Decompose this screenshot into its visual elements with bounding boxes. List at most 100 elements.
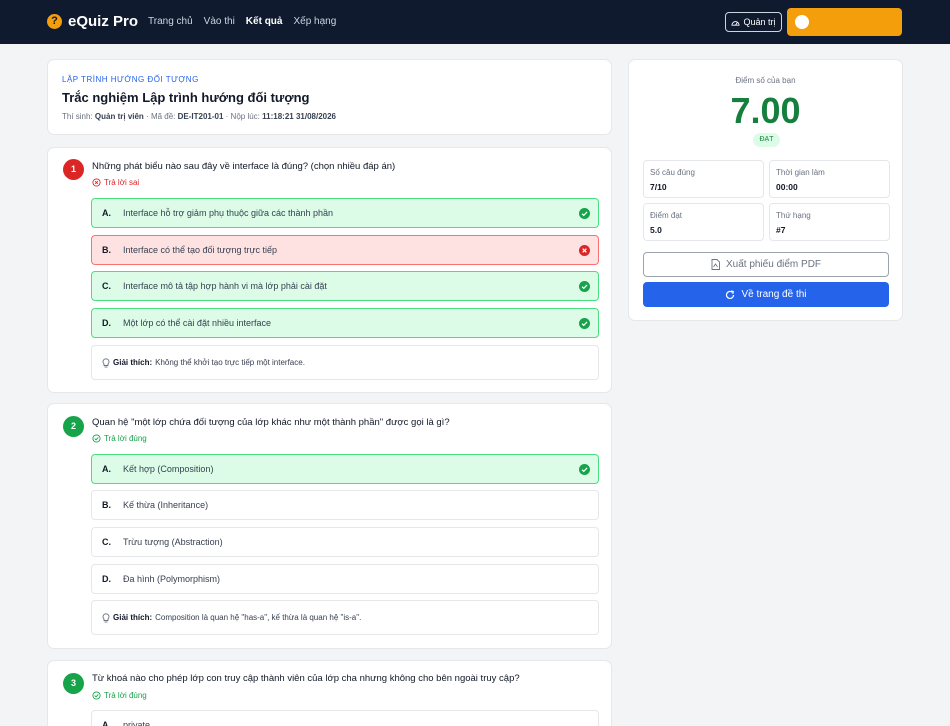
check-circle-icon [579,281,590,292]
answer-status-label: Trả lời đúng [104,691,147,700]
option-letter: B. [102,245,111,255]
option-d[interactable]: D. Đa hình (Polymorphism) [91,564,599,594]
exam-code: DE-IT201-01 [177,112,224,121]
back-to-exam-label: Về trang đề thi [741,289,807,300]
stat-value: 00:00 [776,182,798,192]
option-d[interactable]: D. Một lớp có thể cài đặt nhiều interfac… [91,308,599,338]
question-icon: ? [47,14,62,29]
answer-status: Trả lời đúng [92,434,147,443]
score-value: 7.00 [730,90,801,131]
option-c[interactable]: C. Trừu tượng (Abstraction) [91,527,599,557]
account-button[interactable] [787,8,902,36]
check-circle-icon [92,691,101,700]
back-to-exam-button[interactable]: Về trang đề thi [643,282,889,307]
question-card-3: 3 Từ khoá nào cho phép lớp con truy cập … [47,660,612,726]
nav-link-results[interactable]: Kết quả [246,16,283,27]
explanation-text: Composition là quan hệ "has-a", kế thừa … [155,613,362,622]
check-circle-icon [579,318,590,329]
explanation-label: Giải thích: [113,358,153,367]
question-card-2: 2 Quan hệ "một lớp chứa đối tượng của lớ… [47,403,612,649]
option-a[interactable]: A. Kết hợp (Composition) [91,454,599,484]
option-b[interactable]: B. Kế thừa (Inheritance) [91,490,599,520]
lightbulb-icon [102,612,110,622]
check-circle-icon [579,464,590,475]
question-text: Từ khoá nào cho phép lớp con truy cập th… [92,673,520,684]
option-a[interactable]: A. Interface hỗ trợ giảm phụ thuộc giữa … [91,198,599,228]
option-letter: A. [102,464,111,474]
top-navbar: ? eQuiz Pro Trang chủ Vào thi Kết quả Xế… [0,0,950,44]
option-b[interactable]: B. Interface có thể tạo đối tượng trực t… [91,235,599,265]
stat-value: 5.0 [650,225,662,235]
pass-badge: ĐẠT [753,133,780,147]
option-a[interactable]: A. private [91,710,599,726]
score-label: Điểm số của bạn [735,76,796,85]
option-text: Trừu tượng (Abstraction) [123,537,223,547]
candidate-name: Quản trị viên [94,112,144,121]
stat-label: Số câu đúng [650,168,695,177]
lightbulb-icon [102,357,110,367]
answer-status-label: Trả lời sai [104,178,140,187]
option-text: Kết hợp (Composition) [123,464,214,474]
stat-rank: Thứ hạng #7 [769,203,890,241]
check-circle-icon [579,208,590,219]
option-letter: D. [102,318,111,328]
option-text: Kế thừa (Inheritance) [123,500,209,510]
exam-meta: Thí sinh: Quản trị viên · Mã đề: DE-IT20… [62,112,336,121]
option-letter: C. [102,537,111,547]
nav-link-take-exam[interactable]: Vào thi [204,16,235,27]
stat-label: Thứ hạng [776,211,811,220]
refresh-icon [726,289,735,299]
brand-name: eQuiz Pro [68,13,139,30]
export-pdf-label: Xuất phiếu điểm PDF [725,259,822,270]
user-icon [795,15,809,29]
dashboard-icon [731,20,741,26]
answer-status-label: Trả lời đúng [104,434,147,443]
option-letter: B. [102,500,111,510]
submitted-time: 11:18:21 31/08/2026 [262,112,336,121]
admin-button-label: Quản trị [743,17,776,27]
candidate-label: Thí sinh: [62,112,93,121]
explanation-label: Giải thích: [113,613,153,622]
option-letter: D. [102,574,111,584]
option-text: Interface mô tả tập hợp hành vi mà lớp p… [123,281,327,291]
admin-button[interactable]: Quản trị [725,12,782,32]
explanation-box: Giải thích: Không thể khởi tạo trực tiếp… [91,345,599,380]
x-circle-icon [92,178,101,187]
question-text: Quan hệ "một lớp chứa đối tượng của lớp … [92,417,450,428]
check-circle-icon [92,434,101,443]
explanation-box: Giải thích: Composition là quan hệ "has-… [91,600,599,635]
file-pdf-icon [711,259,720,270]
stat-value: 7/10 [650,182,667,192]
answer-status: Trả lời sai [92,178,139,187]
x-circle-icon [579,245,590,256]
exam-code-label: · Mã đề: [146,112,176,121]
stat-pass-score: Điểm đạt 5.0 [643,203,764,241]
option-letter: C. [102,281,111,291]
exam-subject: LẬP TRÌNH HƯỚNG ĐỐI TƯỢNG [62,75,199,84]
brand-logo[interactable]: ? eQuiz Pro [47,13,138,30]
export-pdf-button[interactable]: Xuất phiếu điểm PDF [643,252,889,277]
question-text: Những phát biểu nào sau đây về interface… [92,161,396,172]
option-c[interactable]: C. Interface mô tả tập hợp hành vi mà lớ… [91,271,599,301]
option-letter: A. [102,208,111,218]
question-number: 1 [63,159,84,180]
option-text: Đa hình (Polymorphism) [123,574,221,584]
exam-header-card: LẬP TRÌNH HƯỚNG ĐỐI TƯỢNG Trắc nghiệm Lậ… [47,59,612,135]
stat-correct-count: Số câu đúng 7/10 [643,160,764,198]
question-number: 2 [63,416,84,437]
stat-value: #7 [776,225,786,235]
option-letter: A. [102,720,111,726]
nav-link-ranking[interactable]: Xếp hạng [293,16,336,27]
stat-label: Điểm đạt [650,211,683,220]
question-number: 3 [63,673,84,694]
explanation-text: Không thể khởi tạo trực tiếp một interfa… [155,358,305,367]
submitted-label: · Nộp lúc: [225,112,260,121]
option-text: Interface hỗ trợ giảm phụ thuộc giữa các… [123,208,334,218]
nav-links: Trang chủ Vào thi Kết quả Xếp hạng [148,16,347,27]
score-card: Điểm số của bạn 7.00 ĐẠT Số câu đúng 7/1… [628,59,903,321]
nav-link-home[interactable]: Trang chủ [148,16,193,27]
option-text: Interface có thể tạo đối tượng trực tiếp [123,245,278,255]
option-text: Một lớp có thể cài đặt nhiều interface [123,318,271,328]
question-card-1: 1 Những phát biểu nào sau đây về interfa… [47,147,612,393]
exam-title: Trắc nghiệm Lập trình hướng đối tượng [62,90,310,105]
